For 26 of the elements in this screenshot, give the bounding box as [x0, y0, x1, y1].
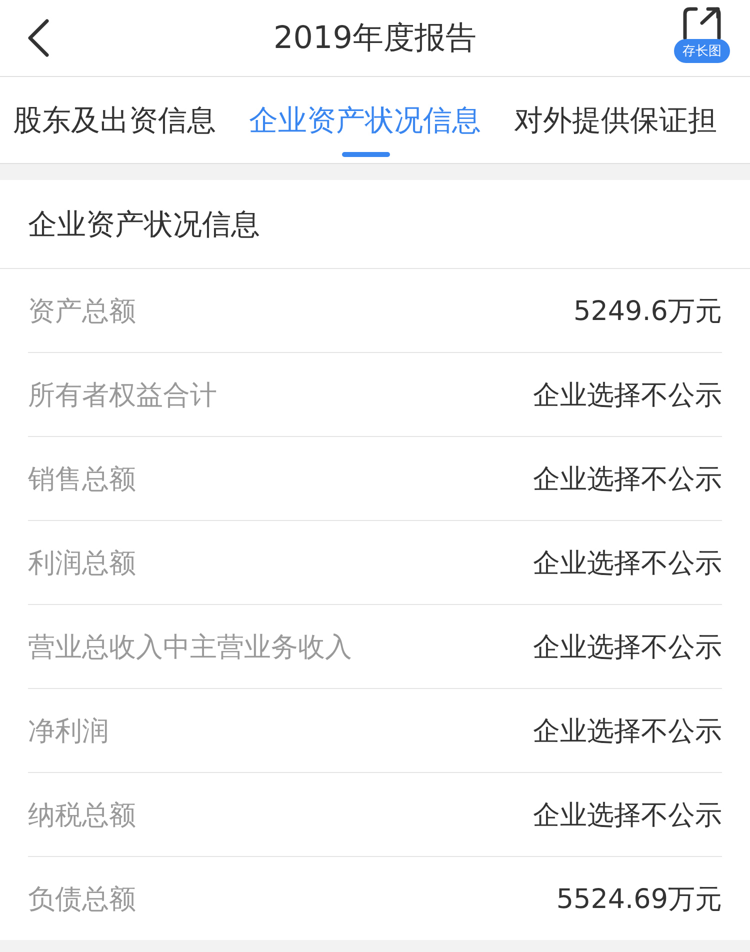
- field-value: 企业选择不公示: [533, 798, 722, 832]
- field-value: 企业选择不公示: [533, 630, 722, 664]
- share-icon: [682, 6, 722, 40]
- field-label: 销售总额: [28, 462, 136, 496]
- tab[interactable]: 对外提供保证担: [501, 77, 731, 163]
- field-value: 5524.69万元: [556, 882, 722, 916]
- field-value: 企业选择不公示: [533, 462, 722, 496]
- field-value: 企业选择不公示: [533, 378, 722, 412]
- field-value: 5249.6万元: [574, 294, 722, 328]
- field-value: 企业选择不公示: [533, 546, 722, 580]
- field-label: 纳税总额: [28, 798, 136, 832]
- page-title: 2019年度报告: [274, 19, 476, 58]
- field-label: 所有者权益合计: [28, 378, 217, 412]
- tab-indicator: [342, 152, 390, 157]
- field-value: 企业选择不公示: [533, 714, 722, 748]
- field-label: 净利润: [28, 714, 109, 748]
- tab[interactable]: 股东及出资信息: [0, 77, 230, 163]
- field-label: 营业总收入中主营业务收入: [28, 630, 352, 664]
- section-title: 企业资产状况信息: [0, 180, 750, 269]
- save-image-button[interactable]: 存长图: [674, 6, 730, 60]
- field-label: 利润总额: [28, 546, 136, 580]
- field-label: 资产总额: [28, 294, 136, 328]
- save-image-badge: 存长图: [674, 39, 730, 63]
- field-label: 负债总额: [28, 882, 136, 916]
- back-icon[interactable]: [26, 18, 50, 58]
- tab[interactable]: 企业资产状况信息: [236, 77, 495, 163]
